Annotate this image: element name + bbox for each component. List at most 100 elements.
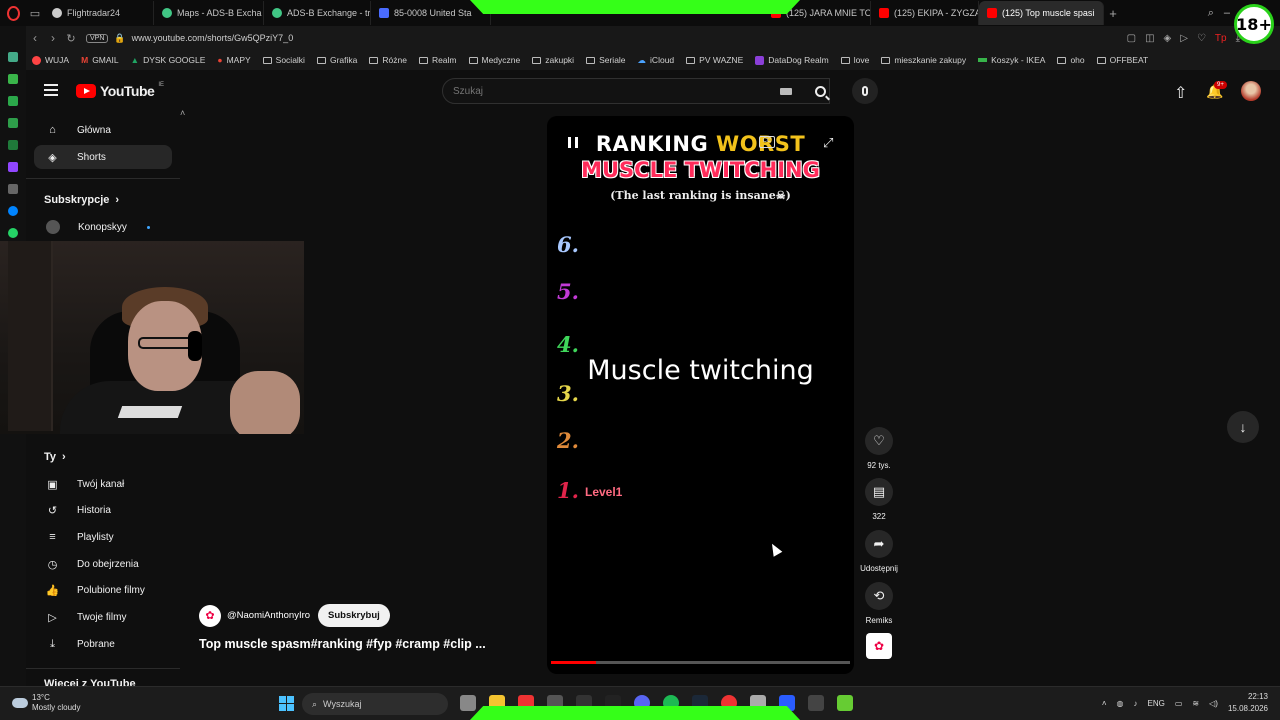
network-icon[interactable]: ◍ bbox=[1117, 699, 1124, 708]
messenger-icon[interactable] bbox=[8, 206, 18, 216]
bookmark-folder-oho[interactable]: oho bbox=[1057, 55, 1085, 65]
scroll-up-icon[interactable]: ˄ bbox=[180, 108, 185, 118]
shorts-player[interactable]: RANKING WORST MUSCLE TWITCHING (The last… bbox=[547, 116, 854, 674]
sidebar-app-icon[interactable] bbox=[8, 184, 18, 194]
guide-item-shorts[interactable]: ◈ Shorts bbox=[34, 145, 172, 169]
forward-icon[interactable]: › bbox=[44, 31, 62, 45]
guide-item-watch-later[interactable]: ◷ Do obejrzenia bbox=[34, 552, 172, 576]
fullscreen-icon[interactable]: ⤢ bbox=[823, 135, 833, 151]
sidebar-app-icon[interactable] bbox=[8, 74, 18, 84]
tab-united-states[interactable]: 85-0008 United Sta bbox=[371, 1, 491, 25]
shield-icon[interactable]: ◈ bbox=[1164, 33, 1172, 44]
search-tabs-icon[interactable]: ⌕ bbox=[1208, 7, 1214, 20]
tab-flightradar[interactable]: Flightradar24 bbox=[44, 1, 154, 25]
bookmark-folder-seriale[interactable]: Seriale bbox=[586, 55, 626, 65]
subscriptions-header[interactable]: Subskrypcje › bbox=[44, 194, 119, 206]
guide-item-downloads[interactable]: ⤓ Pobrane bbox=[34, 632, 172, 656]
you-header[interactable]: Ty › bbox=[44, 451, 66, 463]
video-progress-bar[interactable] bbox=[551, 661, 850, 664]
sidebar-app-icon[interactable] bbox=[8, 96, 18, 106]
snapshot-icon[interactable]: ◫ bbox=[1145, 33, 1154, 44]
windows-start-icon[interactable] bbox=[279, 696, 294, 711]
bookmark-folder-love[interactable]: love bbox=[840, 55, 869, 65]
guide-item-history[interactable]: ↺ Historia bbox=[34, 498, 172, 522]
youtube-logo[interactable]: YouTube IE bbox=[76, 82, 164, 99]
mic-icon[interactable]: ♪ bbox=[1134, 699, 1138, 708]
bookmark-gmail[interactable]: M GMAIL bbox=[81, 55, 119, 65]
pause-icon[interactable] bbox=[568, 137, 578, 148]
search-input[interactable] bbox=[443, 79, 829, 103]
sound-thumbnail[interactable]: ✿ bbox=[866, 633, 892, 659]
share-button[interactable]: ➦ bbox=[865, 530, 893, 558]
vpn-badge[interactable]: VPN bbox=[86, 33, 109, 43]
clock[interactable]: 22:13 15.08.2026 bbox=[1228, 691, 1268, 715]
subscribe-button[interactable]: Subskrybuj bbox=[318, 604, 390, 627]
volume-icon[interactable]: ◁) bbox=[1209, 699, 1218, 708]
guide-item-home[interactable]: ⌂ Główna bbox=[34, 118, 172, 142]
tab-adsb-exchange[interactable]: ADS-B Exchange - tra bbox=[264, 1, 371, 25]
bookmark-datadog[interactable]: DataDog Realm bbox=[755, 55, 829, 65]
lock-icon[interactable]: 🔒 bbox=[114, 33, 125, 44]
bookmark-icloud[interactable]: ☁ iCloud bbox=[638, 55, 675, 66]
search-button[interactable] bbox=[802, 78, 838, 104]
whatsapp-icon[interactable] bbox=[8, 228, 18, 238]
url-field[interactable]: www.youtube.com/shorts/Gw5QPziY7_0 bbox=[132, 33, 294, 43]
tab-ekipa[interactable]: (125) EKIPA - ZYGZAK bbox=[871, 1, 979, 25]
bookmark-folder-offbeat[interactable]: OFFBEAT bbox=[1096, 55, 1148, 65]
sidebar-app-icon[interactable] bbox=[8, 118, 18, 128]
bookmark-icon[interactable]: ▢ bbox=[1127, 33, 1136, 44]
epic-games-icon[interactable] bbox=[808, 695, 824, 711]
bookmark-folder-realm[interactable]: Realm bbox=[418, 55, 457, 65]
like-button[interactable]: ♡ bbox=[865, 427, 893, 455]
bookmark-folder-zakupki[interactable]: zakupki bbox=[532, 55, 574, 65]
reload-icon[interactable]: ↻ bbox=[62, 32, 80, 45]
bookmark-wuja[interactable]: WUJA bbox=[32, 55, 69, 65]
upload-icon[interactable]: ⇧ bbox=[1174, 83, 1187, 103]
sidebar-app-icon[interactable] bbox=[8, 140, 18, 150]
guide-item-your-videos[interactable]: ▷ Twoje filmy bbox=[34, 605, 172, 629]
bookmark-folder-medyczne[interactable]: Medyczne bbox=[468, 55, 520, 65]
channel-name[interactable]: @NaomiAnthonyIro bbox=[227, 610, 310, 621]
new-tab-button[interactable]: + bbox=[1104, 0, 1122, 26]
bookmark-folder-grafika[interactable]: Grafika bbox=[316, 55, 357, 65]
opera-logo-icon[interactable] bbox=[0, 0, 26, 26]
minimize-icon[interactable]: – bbox=[1224, 7, 1230, 19]
voice-search-button[interactable] bbox=[852, 78, 878, 104]
captions-icon[interactable]: CC bbox=[759, 136, 775, 148]
channel-avatar[interactable]: ✿ bbox=[199, 604, 221, 627]
heart-icon[interactable]: ♡ bbox=[1197, 33, 1206, 44]
bookmark-folder-socialki[interactable]: Socialki bbox=[262, 55, 305, 65]
chevron-up-icon[interactable]: ˄ bbox=[1102, 699, 1107, 708]
bookmark-folder-pv[interactable]: PV WAZNE bbox=[686, 55, 743, 65]
wifi-icon[interactable]: ≋ bbox=[1192, 699, 1199, 708]
bookmark-drive[interactable]: ▲ DYSK GOOGLE bbox=[131, 55, 206, 65]
taskbar-search[interactable]: ⌕ Wyszukaj bbox=[302, 693, 448, 715]
guide-item-your-channel[interactable]: ▣ Twój kanał bbox=[34, 472, 172, 496]
subscription-item-konopskyy[interactable]: Konopskyy bbox=[34, 215, 172, 239]
tab-adsb-maps[interactable]: Maps - ADS-B Excha bbox=[154, 1, 264, 25]
guide-item-liked[interactable]: 👍 Polubione filmy bbox=[34, 578, 172, 602]
guide-item-playlists[interactable]: ≡ Playlisty bbox=[34, 525, 172, 549]
extension-icon[interactable]: Tp bbox=[1215, 33, 1227, 44]
twitch-icon[interactable] bbox=[8, 162, 18, 172]
taskview-icon[interactable] bbox=[460, 695, 476, 711]
play-icon[interactable]: ▷ bbox=[1180, 33, 1188, 44]
language-indicator[interactable]: ENG bbox=[1148, 699, 1165, 708]
bookmark-folder-mieszkanie[interactable]: mieszkanie zakupy bbox=[881, 55, 966, 65]
short-title[interactable]: Top muscle spasm#ranking #fyp #cramp #cl… bbox=[199, 637, 486, 651]
back-icon[interactable]: ‹ bbox=[26, 31, 44, 45]
display-icon[interactable]: ▭ bbox=[1175, 699, 1183, 708]
keyboard-icon[interactable] bbox=[780, 88, 792, 95]
tab-menu-icon[interactable]: ▭ bbox=[26, 0, 44, 26]
tab-top-muscle-spasm[interactable]: (125) Top muscle spasi bbox=[979, 1, 1104, 25]
menu-icon[interactable] bbox=[44, 84, 58, 96]
remix-button[interactable]: ⟲ bbox=[865, 582, 893, 610]
next-short-button[interactable]: ↓ bbox=[1227, 411, 1259, 443]
bookmark-folder-rozne[interactable]: Różne bbox=[369, 55, 407, 65]
comment-button[interactable]: ▤ bbox=[865, 478, 893, 506]
app-icon[interactable] bbox=[837, 695, 853, 711]
sidebar-app-icon[interactable] bbox=[8, 52, 18, 62]
account-avatar[interactable] bbox=[1241, 81, 1261, 101]
weather-widget[interactable]: 13°C Mostly cloudy bbox=[12, 693, 80, 713]
bookmark-ikea[interactable]: Koszyk - IKEA bbox=[978, 55, 1045, 65]
